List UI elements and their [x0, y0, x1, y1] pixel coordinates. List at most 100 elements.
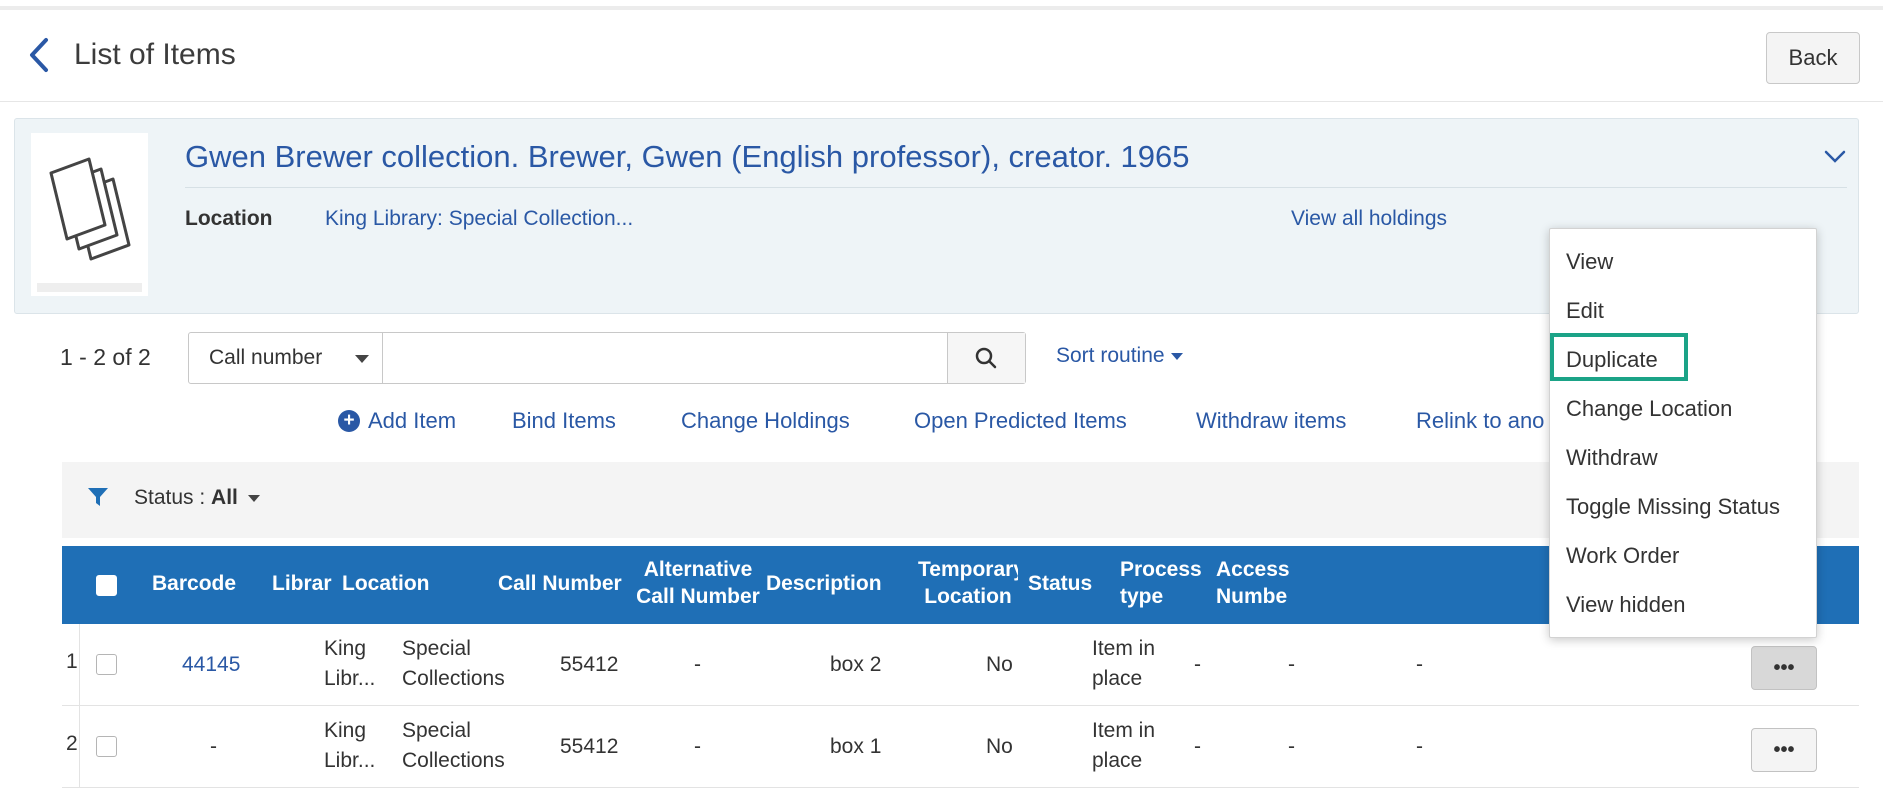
status-filter-value: All [211, 486, 238, 509]
library-cell: King Libr... [324, 716, 375, 776]
barcode-cell: - [210, 735, 217, 758]
cell-line: Libr... [324, 749, 376, 772]
menu-item-toggle-missing-status[interactable]: Toggle Missing Status [1566, 494, 1780, 520]
search-field-dropdown[interactable]: Call number [189, 333, 383, 383]
process-type-cell: - [1194, 653, 1201, 676]
location-cell: Special Collections [402, 716, 505, 776]
accession-number-cell: - [1288, 653, 1295, 676]
column-header-call-number[interactable]: Call Number [498, 570, 622, 597]
column-header-barcode[interactable]: Barcode [152, 570, 236, 597]
call-number-cell: 55412 [560, 653, 619, 676]
view-all-holdings-link[interactable]: View all holdings [1291, 207, 1447, 231]
status-cell: Item in place [1092, 634, 1155, 694]
menu-item-view[interactable]: View [1566, 249, 1613, 275]
barcode-link[interactable]: 44145 [182, 650, 240, 680]
accession-number-cell: - [1288, 735, 1295, 758]
caret-down-icon [247, 494, 260, 502]
withdraw-items-link[interactable]: Withdraw items [1196, 408, 1346, 434]
bind-items-link[interactable]: Bind Items [512, 408, 616, 434]
header-line: Alternative [643, 558, 753, 581]
header-line: Access [1216, 558, 1290, 581]
menu-item-withdraw[interactable]: Withdraw [1566, 445, 1658, 471]
temporary-location-cell: No [986, 653, 1013, 676]
sort-routine-dropdown[interactable]: Sort routine [1056, 344, 1183, 368]
cell-line: place [1092, 749, 1143, 772]
search-button[interactable] [947, 333, 1025, 383]
library-cell: King Libr... [324, 634, 375, 694]
header-line: type [1120, 585, 1164, 608]
menu-item-edit[interactable]: Edit [1566, 298, 1604, 324]
column-header-status[interactable]: Status [1028, 570, 1092, 597]
column-header-temporary-location[interactable]: Temporary Location [918, 556, 1018, 610]
column-header-location[interactable]: Location [342, 570, 430, 597]
location-label: Location [185, 207, 273, 230]
top-divider [0, 6, 1883, 10]
location-link[interactable]: King Library: Special Collection... [325, 207, 633, 231]
page-title: List of Items [74, 38, 236, 71]
status-filter-dropdown[interactable]: Status : All [134, 486, 260, 510]
documents-icon [37, 157, 142, 292]
cell-line: Collections [402, 667, 505, 690]
process-type-cell: - [1194, 735, 1201, 758]
column-header-alternative-call-number[interactable]: Alternative Call Number [628, 556, 768, 610]
menu-item-change-location[interactable]: Change Location [1566, 396, 1732, 422]
row-actions-button[interactable]: ••• [1751, 646, 1817, 690]
table-row: 2 - King Libr... Special Collections 554… [62, 706, 1859, 788]
call-number-cell: 55412 [560, 735, 619, 758]
add-circle-icon[interactable]: + [338, 410, 360, 432]
back-arrow-icon[interactable] [22, 32, 56, 78]
search-icon [975, 347, 997, 369]
description-cell: box 1 [830, 735, 882, 758]
header-line: Temporary [918, 558, 1018, 581]
header-line: Process [1120, 558, 1202, 581]
cell-line: Collections [402, 749, 505, 772]
cell-line: King [324, 719, 367, 742]
row-checkbox[interactable] [96, 736, 117, 757]
cell-line: Special [402, 719, 471, 742]
cell-line: Libr... [324, 667, 376, 690]
record-divider [185, 187, 1847, 188]
filter-icon [88, 488, 108, 506]
column-header-library[interactable]: Librar [272, 570, 336, 597]
record-title-link[interactable]: Gwen Brewer collection. Brewer, Gwen (En… [185, 139, 1190, 175]
row-number-cell: 1 [62, 624, 80, 706]
alt-call-number-cell: - [694, 735, 701, 758]
back-button[interactable]: Back [1766, 32, 1860, 84]
caret-down-icon [355, 355, 369, 363]
status-cell: Item in place [1092, 716, 1155, 776]
chevron-down-icon[interactable] [1823, 149, 1847, 165]
menu-item-view-hidden[interactable]: View hidden [1566, 592, 1685, 618]
row-actions-button[interactable]: ••• [1751, 728, 1817, 772]
row-number: 2 [66, 732, 78, 755]
result-count: 1 - 2 of 2 [60, 344, 151, 370]
row-number: 1 [66, 650, 78, 673]
sort-routine-label: Sort routine [1056, 344, 1165, 367]
status-filter-label: Status : [134, 486, 212, 509]
select-all-checkbox[interactable] [96, 575, 117, 596]
row-checkbox[interactable] [96, 654, 117, 675]
cell-line: Special [402, 637, 471, 660]
search-bar: Call number [188, 332, 1026, 384]
relink-link[interactable]: Relink to ano [1416, 408, 1544, 434]
menu-item-work-order[interactable]: Work Order [1566, 543, 1679, 569]
alt-call-number-cell: - [694, 653, 701, 676]
cell-line: King [324, 637, 367, 660]
add-item-link[interactable]: Add Item [368, 408, 456, 434]
row-actions-menu: View Edit Duplicate Change Location With… [1549, 228, 1817, 638]
extra-cell: - [1416, 735, 1423, 758]
row-number-cell: 2 [62, 706, 80, 788]
column-header-description[interactable]: Description [766, 570, 882, 597]
column-header-process-type[interactable]: Process type [1120, 556, 1202, 610]
cell-line: Item in [1092, 637, 1156, 660]
change-holdings-link[interactable]: Change Holdings [681, 408, 850, 434]
caret-down-icon [1170, 352, 1183, 360]
header-line: Location [924, 585, 1012, 608]
header-line: Call Number [636, 585, 760, 608]
column-header-accession-number[interactable]: Access Numbe [1216, 556, 1296, 610]
menu-item-duplicate[interactable]: Duplicate [1566, 347, 1658, 373]
open-predicted-items-link[interactable]: Open Predicted Items [914, 408, 1127, 434]
search-input[interactable] [384, 334, 944, 382]
extra-cell: - [1416, 653, 1423, 676]
location-cell: Special Collections [402, 634, 505, 694]
search-field-label: Call number [209, 346, 323, 369]
